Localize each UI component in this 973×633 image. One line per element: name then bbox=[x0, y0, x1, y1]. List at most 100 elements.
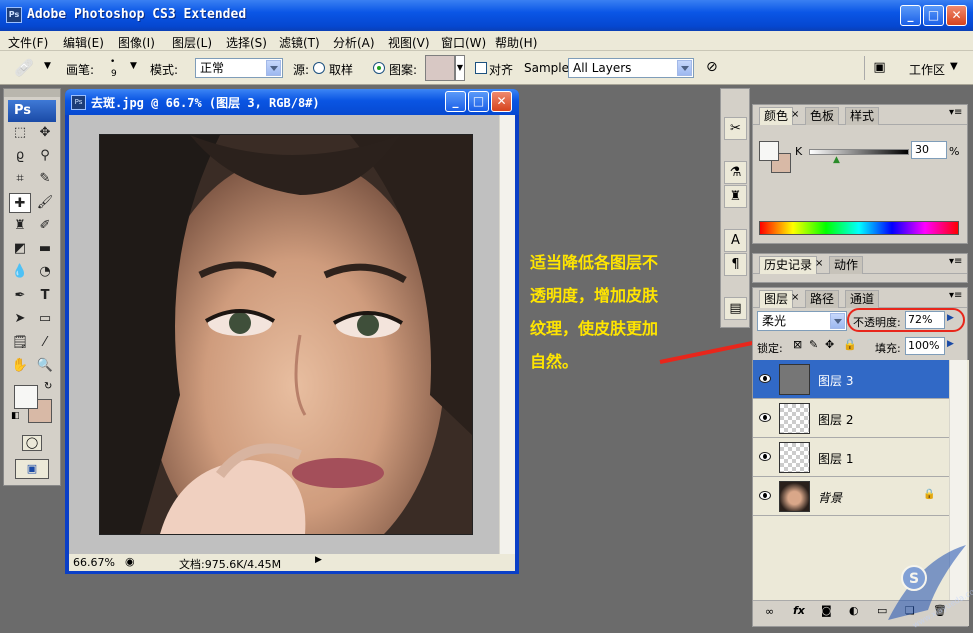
menu-view[interactable]: 视图(V) bbox=[388, 34, 430, 51]
move-tool-icon[interactable]: ✥ bbox=[34, 123, 56, 143]
layer-comps-panel-icon[interactable]: ▤ bbox=[724, 297, 747, 320]
swap-colors-icon[interactable]: ↻ bbox=[44, 381, 52, 392]
menu-edit[interactable]: 编辑(E) bbox=[63, 34, 104, 51]
healing-brush-tool-icon[interactable]: ✚ bbox=[9, 193, 31, 213]
menu-window[interactable]: 窗口(W) bbox=[441, 34, 486, 51]
marquee-tool-icon[interactable]: ⬚ bbox=[9, 123, 31, 143]
quick-mask-icon[interactable]: ◯ bbox=[22, 435, 42, 451]
hand-tool-icon[interactable]: ✋ bbox=[9, 356, 31, 376]
lasso-tool-icon[interactable]: ϱ bbox=[9, 146, 31, 166]
aligned-checkbox[interactable] bbox=[475, 62, 487, 74]
status-info-icon[interactable]: ◉ bbox=[125, 555, 135, 568]
ignore-adjustment-layers-icon[interactable]: ⊘ bbox=[706, 59, 718, 75]
crop-tool-icon[interactable]: ⌗ bbox=[9, 169, 31, 189]
tab-channels[interactable]: 通道 bbox=[845, 290, 880, 308]
sampled-radio[interactable] bbox=[313, 62, 325, 74]
document-close-button[interactable]: ✕ bbox=[491, 91, 512, 112]
healing-brush-icon[interactable]: 🩹 bbox=[14, 58, 40, 78]
lock-all-icon[interactable]: 🔒 bbox=[843, 338, 857, 351]
vertical-scrollbar[interactable] bbox=[499, 115, 515, 554]
adjustment-layer-icon[interactable]: ◐ bbox=[849, 604, 859, 617]
layer-row[interactable]: 图层 1 bbox=[753, 438, 949, 477]
type-tool-icon[interactable]: T bbox=[34, 286, 56, 306]
layer-row[interactable]: 图层 2 bbox=[753, 399, 949, 438]
menu-analysis[interactable]: 分析(A) bbox=[333, 34, 375, 51]
document-title-bar[interactable]: Ps 去斑.jpg @ 66.7% (图层 3, RGB/8#) _ □ ✕ bbox=[65, 89, 519, 115]
visibility-eye-icon[interactable] bbox=[759, 491, 771, 500]
blur-tool-icon[interactable]: 💧 bbox=[9, 262, 31, 282]
fill-input[interactable]: 100% bbox=[905, 337, 945, 355]
shape-tool-icon[interactable]: ▭ bbox=[34, 309, 56, 329]
tool-preset-arrow[interactable]: ▼ bbox=[44, 61, 51, 71]
pen-tool-icon[interactable]: ✒ bbox=[9, 286, 31, 306]
workspace-arrow-icon[interactable]: ▼ bbox=[950, 61, 958, 72]
menu-filter[interactable]: 滤镜(T) bbox=[279, 34, 320, 51]
toolbox-grip[interactable] bbox=[4, 89, 60, 97]
menu-image[interactable]: 图像(I) bbox=[118, 34, 155, 51]
lock-image-icon[interactable]: ✎ bbox=[809, 338, 818, 351]
eyedropper-tool-icon[interactable]: ⁄ bbox=[34, 333, 56, 353]
navigator-panel-icon[interactable]: ✂ bbox=[724, 117, 747, 140]
k-slider[interactable] bbox=[809, 149, 909, 155]
clone-source-panel-icon[interactable]: ♜ bbox=[724, 185, 747, 208]
clone-stamp-tool-icon[interactable]: ♜ bbox=[9, 216, 31, 236]
lock-position-icon[interactable]: ✥ bbox=[825, 338, 834, 351]
brushes-panel-icon[interactable]: ⚗ bbox=[724, 161, 747, 184]
menu-select[interactable]: 选择(S) bbox=[226, 34, 267, 51]
maximize-button[interactable]: □ bbox=[923, 5, 944, 26]
close-icon[interactable]: × bbox=[815, 258, 823, 269]
zoom-tool-icon[interactable]: 🔍 bbox=[34, 356, 56, 376]
file-browser-icon[interactable]: ▣ bbox=[864, 56, 894, 80]
visibility-eye-icon[interactable] bbox=[759, 413, 771, 422]
workspace-button[interactable]: 工作区 bbox=[909, 61, 945, 78]
visibility-eye-icon[interactable] bbox=[759, 374, 771, 383]
slice-tool-icon[interactable]: ✎ bbox=[34, 169, 56, 189]
color-ramp[interactable] bbox=[759, 221, 959, 235]
brush-tool-icon[interactable]: 🖌 bbox=[34, 193, 56, 213]
layer-row[interactable]: 图层 3 bbox=[753, 360, 949, 399]
gradient-tool-icon[interactable]: ▬ bbox=[34, 239, 56, 259]
menu-file[interactable]: 文件(F) bbox=[8, 34, 48, 51]
sample-select[interactable]: All Layers bbox=[568, 58, 694, 78]
path-selection-tool-icon[interactable]: ➤ bbox=[9, 309, 31, 329]
history-brush-tool-icon[interactable]: ✐ bbox=[34, 216, 56, 236]
eraser-tool-icon[interactable]: ◩ bbox=[9, 239, 31, 259]
status-menu-arrow[interactable]: ▶ bbox=[315, 555, 322, 565]
lock-transparency-icon[interactable]: ⊠ bbox=[793, 338, 802, 351]
default-colors-icon[interactable]: ◧ bbox=[11, 411, 20, 421]
close-button[interactable]: ✕ bbox=[946, 5, 967, 26]
tab-history[interactable]: 历史记录 bbox=[759, 256, 818, 274]
pattern-swatch[interactable] bbox=[425, 55, 455, 81]
document-maximize-button[interactable]: □ bbox=[468, 91, 489, 112]
zoom-level[interactable]: 66.67% bbox=[73, 556, 115, 569]
panel-menu-icon[interactable]: ▾≡ bbox=[949, 256, 962, 267]
fill-slider-arrow[interactable]: ▶ bbox=[947, 339, 954, 349]
paragraph-panel-icon[interactable]: ¶ bbox=[724, 253, 747, 276]
tab-color[interactable]: 颜色 bbox=[759, 107, 794, 125]
color-fg-swatch[interactable] bbox=[759, 141, 779, 161]
pattern-radio[interactable] bbox=[373, 62, 385, 74]
panel-menu-icon[interactable]: ▾≡ bbox=[949, 290, 962, 301]
visibility-eye-icon[interactable] bbox=[759, 452, 771, 461]
layer-style-icon[interactable]: fx bbox=[793, 604, 805, 617]
magic-wand-tool-icon[interactable]: ⚲ bbox=[34, 146, 56, 166]
k-value-input[interactable]: 30 bbox=[911, 141, 947, 159]
minimize-button[interactable]: _ bbox=[900, 5, 921, 26]
layer-mask-icon[interactable]: ◙ bbox=[821, 604, 832, 617]
screen-mode-icon[interactable]: ▣ bbox=[15, 459, 49, 479]
toolbox-ps-logo[interactable]: Ps bbox=[8, 100, 56, 122]
menu-layer[interactable]: 图层(L) bbox=[172, 34, 212, 51]
document-canvas[interactable] bbox=[69, 115, 515, 554]
close-icon[interactable]: × bbox=[791, 109, 799, 120]
close-icon[interactable]: × bbox=[791, 292, 799, 303]
pattern-picker-arrow[interactable]: ▼ bbox=[455, 55, 465, 81]
brush-picker-arrow[interactable]: ▼ bbox=[130, 61, 137, 71]
mode-select[interactable]: 正常 bbox=[195, 58, 283, 78]
blend-mode-select[interactable]: 柔光 bbox=[757, 311, 847, 331]
tab-actions[interactable]: 动作 bbox=[829, 256, 864, 274]
notes-tool-icon[interactable]: 🗒 bbox=[9, 333, 31, 353]
link-layers-icon[interactable]: ∞ bbox=[765, 605, 774, 618]
tab-layers[interactable]: 图层 bbox=[759, 290, 794, 308]
document-minimize-button[interactable]: _ bbox=[445, 91, 466, 112]
tab-swatches[interactable]: 色板 bbox=[805, 107, 840, 125]
